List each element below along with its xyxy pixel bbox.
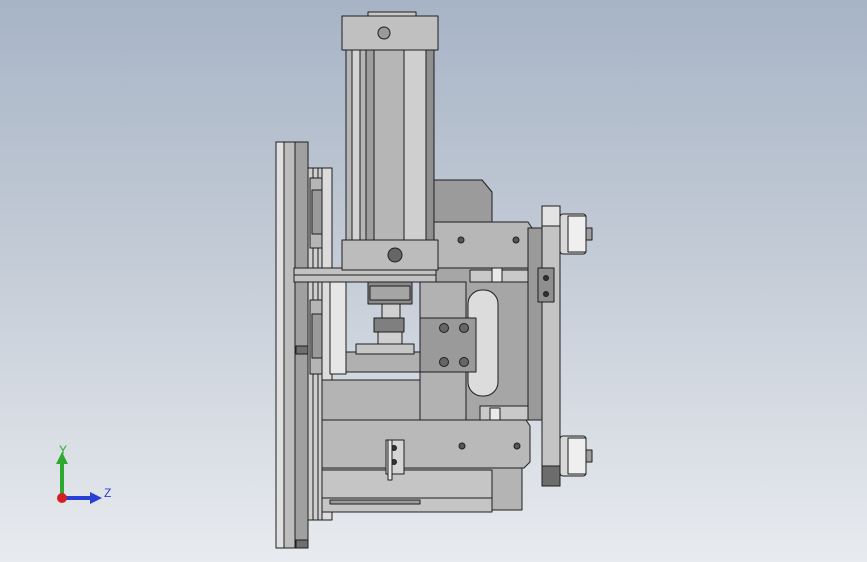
z-axis-arrowhead (90, 492, 102, 504)
cad-viewport[interactable] (0, 0, 867, 562)
origin-dot (57, 493, 67, 503)
left-backplate (275, 141, 309, 549)
axis-triad: Y Z (56, 443, 111, 504)
piston-rod (367, 281, 413, 345)
z-axis-label: Z (104, 486, 111, 500)
lower-damper (559, 435, 593, 477)
rear-block (431, 179, 493, 223)
right-side-plate (527, 205, 561, 487)
y-axis-label: Y (59, 443, 67, 457)
upper-damper (559, 213, 593, 255)
middle-mounting-plate (431, 221, 533, 269)
pneumatic-cylinder (341, 11, 439, 271)
cad-assembly-model (275, 11, 593, 549)
